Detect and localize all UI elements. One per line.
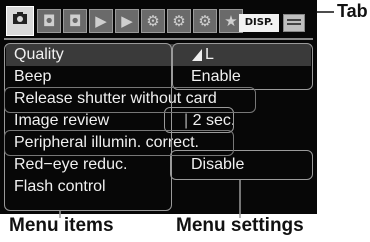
menu-settings-callout-label: Menu settings (176, 215, 304, 236)
tab-callout-label: Tab (337, 1, 368, 21)
callout-lines (59, 11, 334, 218)
menu-items-callout-label: Menu items (9, 215, 114, 236)
